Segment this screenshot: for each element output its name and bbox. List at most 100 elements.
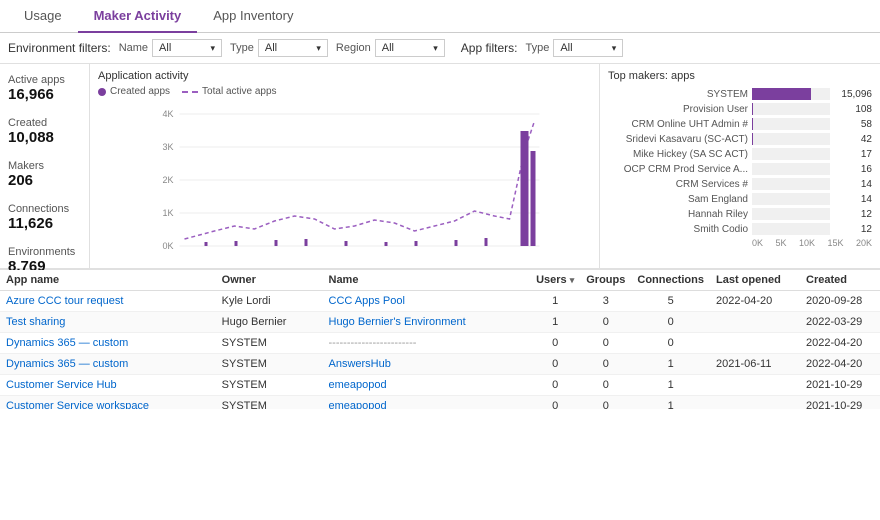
app-table-section[interactable]: App name Owner Name Users ▾ Groups Conne… [0,269,880,409]
top-makers-title: Top makers: apps [608,70,872,82]
chart-svg: 0K 1K 2K 3K 4K Mar 27 Apr 03 Apr 10 Apr … [98,101,591,251]
env-name-link[interactable]: emeapopod [329,400,387,409]
maker-value: 12 [834,224,872,235]
last_opened-cell [710,396,800,410]
svg-text:2K: 2K [163,175,174,185]
active-apps-value: 16,966 [8,86,81,103]
owner-cell: SYSTEM [216,354,323,375]
maker-bar-wrap [752,163,830,175]
table-row: Dynamics 365 — customSYSTEMAnswersHub001… [0,354,880,375]
region-filter-select[interactable]: All ▾ [375,39,445,57]
maker-value: 16 [834,164,872,175]
owner-cell: Kyle Lordi [216,291,323,312]
makers-value: 206 [8,172,81,189]
app-filters-label: App filters: [461,41,518,55]
created-cell: 2022-04-20 [800,333,880,354]
connections-cell: 0 [631,312,710,333]
env-name-link[interactable]: CCC Apps Pool [329,295,405,307]
maker-name: SYSTEM [608,89,748,100]
maker-bar-wrap [752,193,830,205]
users-cell: 1 [530,291,580,312]
tab-usage[interactable]: Usage [8,0,78,33]
env-filters-label: Environment filters: [8,41,111,55]
type-filter-value: All [265,42,277,54]
maker-bar-wrap [752,148,830,160]
tab-maker-activity[interactable]: Maker Activity [78,0,198,33]
environments-label: Environments [8,246,81,258]
env-name-link[interactable]: AnswersHub [329,358,391,370]
type-chevron-icon: ▾ [316,43,321,54]
region-chevron-icon: ▾ [433,43,438,54]
maker-bar [752,88,811,100]
legend-created-apps-label: Created apps [110,86,170,97]
users-cell: 0 [530,396,580,410]
region-filter-group: Region All ▾ [336,39,445,57]
table-row: Test sharingHugo BernierHugo Bernier's E… [0,312,880,333]
legend-created-apps: Created apps [98,86,170,97]
maker-value: 14 [834,194,872,205]
legend-total-active-apps: Total active apps [182,86,277,97]
type-filter-select[interactable]: All ▾ [258,39,328,57]
col-users[interactable]: Users ▾ [530,270,580,291]
region-filter-label: Region [336,42,371,54]
connections-cell: 1 [631,396,710,410]
connections-label: Connections [8,203,81,215]
groups-cell: 0 [580,312,631,333]
col-owner: Owner [216,270,323,291]
created-cell: 2022-04-20 [800,354,880,375]
app-name-link[interactable]: Dynamics 365 — custom [6,337,128,349]
app-type-chevron-icon: ▾ [612,43,617,54]
svg-text:3K: 3K [163,142,174,152]
connections-cell: 5 [631,291,710,312]
maker-bar-wrap [752,88,830,100]
total-active-apps-dash [182,91,198,93]
maker-name: CRM Services # [608,179,748,190]
app-type-filter-label: Type [525,42,549,54]
col-app-name: App name [0,270,216,291]
created-label: Created [8,117,81,129]
app-name-link[interactable]: Customer Service workspace [6,400,149,409]
maker-name: Hannah Riley [608,209,748,220]
maker-value: 12 [834,209,872,220]
created-apps-dot [98,88,106,96]
created-cell: 2020-09-28 [800,291,880,312]
svg-text:0K: 0K [163,241,174,251]
maker-name: CRM Online UHT Admin # [608,119,748,130]
chart-legend: Created apps Total active apps [98,86,591,97]
app-name-link[interactable]: Dynamics 365 — custom [6,358,128,370]
name-filter-value: All [159,42,171,54]
users-cell: 1 [530,312,580,333]
table-row: Azure CCC tour request Kyle Lordi CCC Apps… [0,291,880,312]
table-header-row: App name Owner Name Users ▾ Groups Conne… [0,270,880,291]
maker-row: OCP CRM Prod Service A... 16 [608,163,872,175]
maker-bar-wrap [752,223,830,235]
table-row: Dynamics 365 — customSYSTEM-------------… [0,333,880,354]
name-filter-select[interactable]: All ▾ [152,39,222,57]
maker-bar-wrap [752,133,830,145]
sort-icon: ▾ [570,275,575,285]
app-type-filter-value: All [560,42,572,54]
app-name-link[interactable]: Test sharing [6,316,65,328]
app-name-link[interactable]: Customer Service Hub [6,379,117,391]
created-stat: Created 10,088 [8,117,81,146]
col-last-opened: Last opened [710,270,800,291]
makers-label: Makers [8,160,81,172]
active-apps-label: Active apps [8,74,81,86]
maker-row: CRM Online UHT Admin # 58 [608,118,872,130]
maker-value: 42 [834,134,872,145]
chart-svg-wrap: 0K 1K 2K 3K 4K Mar 27 Apr 03 Apr 10 Apr … [98,101,591,241]
maker-row: Sam England 14 [608,193,872,205]
app-name-link[interactable]: Azure CCC tour request [6,295,123,307]
app-type-filter-select[interactable]: All ▾ [553,39,623,57]
name-chevron-icon: ▾ [211,43,216,54]
created-cell: 2022-03-29 [800,312,880,333]
env-name-link[interactable]: emeapopod [329,379,387,391]
tab-app-inventory[interactable]: App Inventory [197,0,309,33]
groups-cell: 0 [580,396,631,410]
last_opened-cell: 2021-06-11 [710,354,800,375]
last_opened-cell: 2022-04-20 [710,291,800,312]
maker-name: Sridevi Kasavaru (SC-ACT) [608,134,748,145]
maker-value: 108 [834,104,872,115]
maker-value: 17 [834,149,872,160]
env-name-link[interactable]: Hugo Bernier's Environment [329,316,466,328]
